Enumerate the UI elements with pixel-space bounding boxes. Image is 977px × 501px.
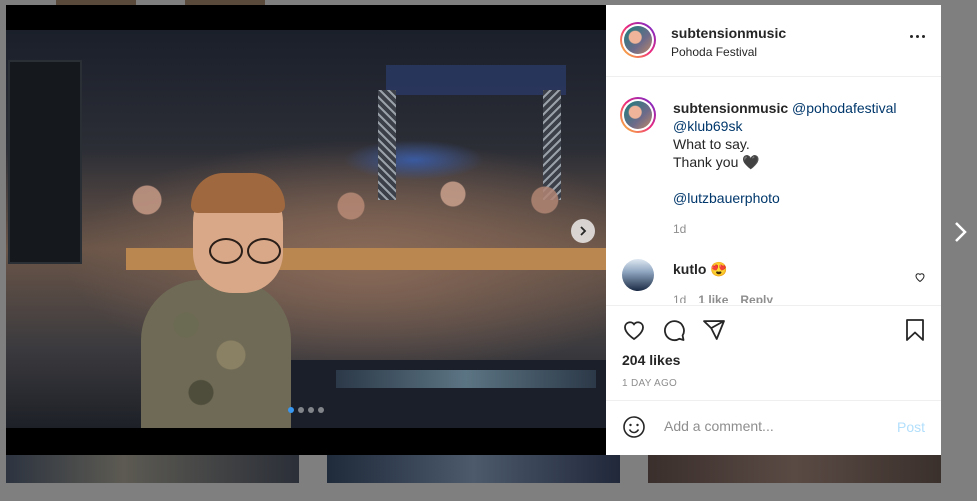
comment-text: 😍 [710, 261, 728, 277]
post-modal: subtensionmusic Pohoda Festival subtensi… [6, 5, 941, 455]
comment-username[interactable]: kutlo [673, 261, 706, 277]
avatar[interactable] [620, 22, 656, 58]
caption-line: What to say. [673, 136, 750, 152]
post-header: subtensionmusic Pohoda Festival [606, 5, 941, 77]
post-photo[interactable] [6, 30, 606, 428]
heart-icon[interactable] [914, 271, 926, 283]
carousel-dot [288, 407, 294, 413]
caption-mention[interactable]: @klub69sk [673, 118, 742, 134]
post-location[interactable]: Pohoda Festival [671, 45, 786, 59]
likes-count[interactable]: 204 likes [622, 352, 680, 368]
carousel-dots [288, 407, 324, 413]
post-actions: 204 likes 1 DAY AGO [606, 305, 941, 401]
caption-photo-credit[interactable]: @lutzbauerphoto [673, 190, 780, 206]
more-horizontal-icon [910, 35, 913, 38]
avatar[interactable] [622, 259, 654, 291]
carousel-dot [308, 407, 314, 413]
heart-icon[interactable] [622, 318, 646, 342]
smiley-icon[interactable] [622, 415, 646, 439]
comment-reply-button[interactable]: Reply [740, 293, 773, 303]
caption-username[interactable]: subtensionmusic [673, 100, 788, 116]
chevron-right-icon [580, 226, 587, 236]
caption-line: Thank you 🖤 [673, 154, 760, 170]
avatar[interactable] [620, 97, 656, 133]
post-media [6, 5, 606, 455]
more-options-button[interactable] [910, 35, 925, 38]
post-comment-button[interactable]: Post [897, 419, 925, 435]
background-thumbnail[interactable] [6, 455, 299, 483]
carousel-dot [318, 407, 324, 413]
bookmark-icon[interactable] [903, 318, 927, 342]
caption-mention[interactable]: @pohodafestival [792, 100, 897, 116]
add-comment-section: Post [606, 400, 941, 456]
background-thumbnail[interactable] [327, 455, 620, 483]
chevron-right-icon[interactable] [952, 220, 970, 244]
caption-timestamp[interactable]: 1d [673, 220, 935, 238]
comment-item: kutlo 😍 1d 1 like Reply [622, 257, 925, 303]
comment-input[interactable] [662, 417, 876, 435]
comment-bubble-icon[interactable] [662, 318, 686, 342]
post-author-username[interactable]: subtensionmusic [671, 25, 786, 41]
post-sidebar: subtensionmusic Pohoda Festival subtensi… [606, 5, 941, 455]
next-media-button[interactable] [571, 219, 595, 243]
carousel-dot [298, 407, 304, 413]
comment-likes[interactable]: 1 like [698, 293, 728, 303]
background-thumbnail[interactable] [648, 455, 941, 483]
post-date[interactable]: 1 DAY AGO [622, 378, 677, 389]
paper-plane-icon[interactable] [702, 318, 726, 342]
comment-timestamp[interactable]: 1d [673, 293, 686, 303]
